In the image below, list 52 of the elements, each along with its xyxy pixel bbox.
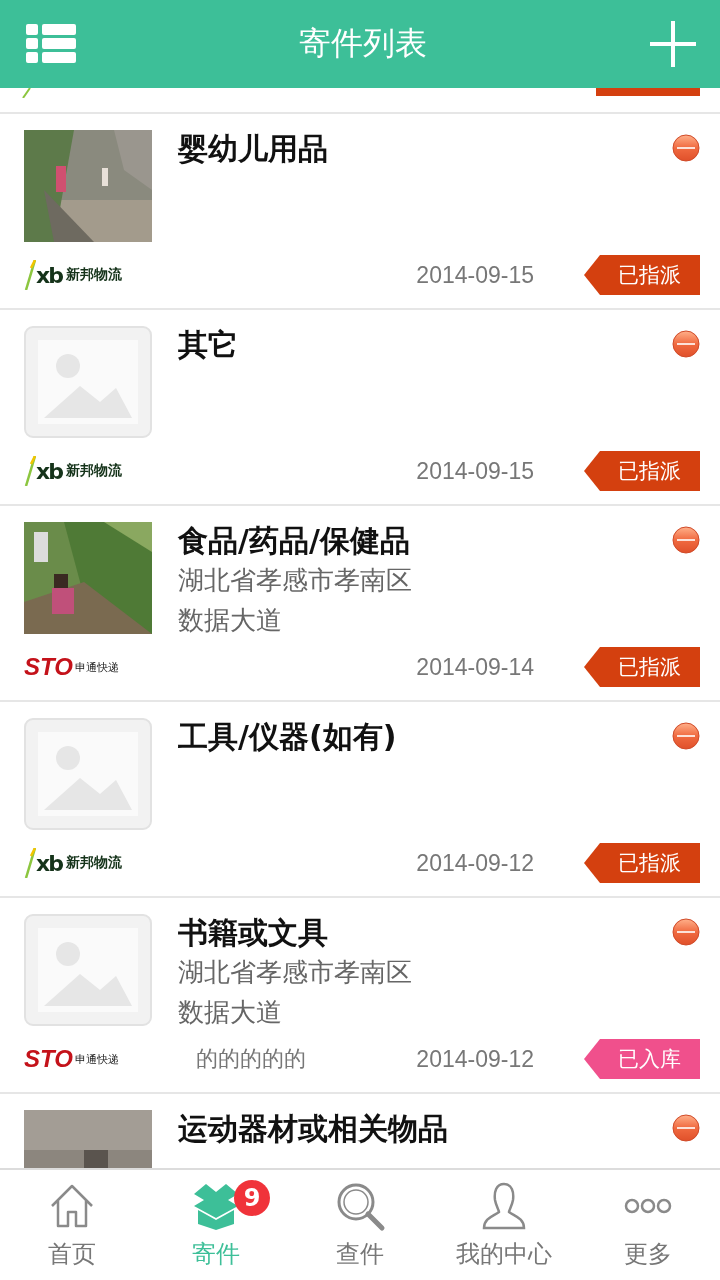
slash-icon <box>24 260 36 290</box>
address-text: 湖北省孝感市孝南区 <box>178 564 413 597</box>
status-dot-icon <box>672 1114 700 1142</box>
logo-text: 申通快递 <box>74 1051 119 1067</box>
logo-mark: xb <box>36 850 62 876</box>
screen-title: 寄件列表 <box>299 23 427 64</box>
status-dot-icon <box>672 722 700 750</box>
status-tag: 已指派 <box>584 255 700 295</box>
logo-text: 新邦物流 <box>65 266 122 284</box>
logo-mark: STO <box>24 653 73 681</box>
nav-tab[interactable]: 我的中心 <box>432 1170 576 1280</box>
date-text: 2014-09-12 <box>416 849 534 877</box>
item-title: 婴幼儿用品 <box>178 130 329 168</box>
status-dot-icon <box>672 918 700 946</box>
logo-text: 新邦物流 <box>65 854 122 872</box>
logo-mark: STO <box>24 1045 73 1073</box>
logo-text: 新邦物流 <box>65 462 122 480</box>
date-text: 2014-09-15 <box>416 457 534 485</box>
status-tag: 已指派 <box>584 647 700 687</box>
date-text: 2014-09-12 <box>416 1045 534 1073</box>
item-title: 书籍或文具 <box>178 914 329 952</box>
nav-tab[interactable]: 查件 <box>288 1170 432 1280</box>
status-dot-icon <box>672 330 700 358</box>
image-placeholder-icon <box>24 718 152 830</box>
note-text: 的的的的的 <box>196 1045 306 1073</box>
status-tag: 已入库 <box>584 1039 700 1079</box>
logo-mark: xb <box>36 262 62 288</box>
date-text: 2014-09-15 <box>416 261 534 289</box>
address-text: 数据大道 <box>178 604 283 637</box>
add-icon[interactable] <box>650 21 696 67</box>
slash-icon <box>24 456 36 486</box>
status-dot-icon <box>672 134 700 162</box>
item-title: 运动器材或相关物品 <box>178 1110 449 1148</box>
item-title: 工具/仪器(如有) <box>178 718 398 756</box>
count-badge: 9 <box>234 1180 270 1216</box>
nav-tab[interactable]: 寄件 9 <box>144 1170 288 1280</box>
nav-tab[interactable]: 更多 <box>576 1170 720 1280</box>
logo-mark: xb <box>36 458 62 484</box>
slash-icon <box>24 848 36 878</box>
image-placeholder-icon <box>24 326 152 438</box>
address-text: 数据大道 <box>178 996 283 1029</box>
status-tag: 已指派 <box>584 843 700 883</box>
nav-tab[interactable]: 首页 <box>0 1170 144 1280</box>
date-text: 2014-09-14 <box>416 653 534 681</box>
menu-icon[interactable] <box>26 24 76 64</box>
item-title: 其它 <box>178 326 239 364</box>
image-placeholder-icon <box>24 914 152 1026</box>
item-title: 食品/药品/保健品 <box>178 522 411 560</box>
status-dot-icon <box>672 526 700 554</box>
logo-text: 申通快递 <box>74 659 119 675</box>
address-text: 湖北省孝感市孝南区 <box>178 956 413 989</box>
status-tag: 已指派 <box>584 451 700 491</box>
